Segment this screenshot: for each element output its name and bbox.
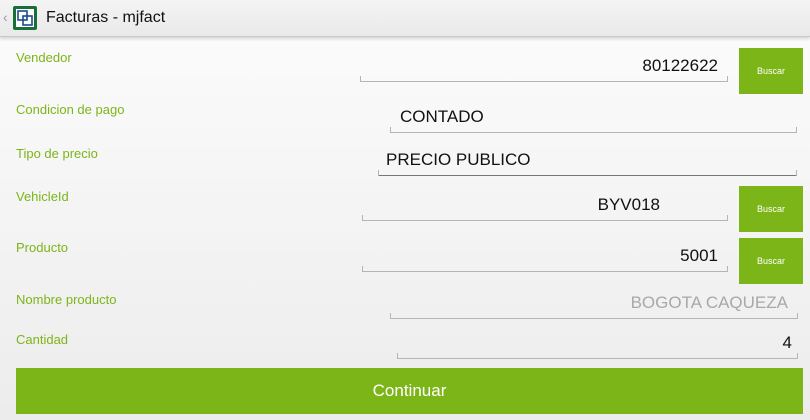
continue-button[interactable]: Continuar <box>16 368 803 414</box>
tipo-precio-select[interactable]: PRECIO PUBLICO <box>378 150 797 176</box>
vehicle-id-label: VehicleId <box>16 189 69 204</box>
invoice-form: Vendedor 80122622 Buscar Condicion de pa… <box>0 36 810 420</box>
cantidad-label: Cantidad <box>16 332 69 347</box>
vendedor-input[interactable]: 80122622 <box>360 56 728 82</box>
app-bar: ‹ Facturas - mjfact <box>0 0 810 37</box>
back-caret-icon[interactable]: ‹ <box>3 9 8 25</box>
producto-input[interactable]: 5001 <box>362 246 728 272</box>
vendedor-value: 80122622 <box>642 56 718 75</box>
app-logo-icon[interactable] <box>12 5 38 31</box>
producto-value: 5001 <box>680 246 718 265</box>
condicion-pago-value: CONTADO <box>400 107 484 126</box>
cantidad-value: 4 <box>782 333 792 352</box>
condicion-pago-select[interactable]: CONTADO <box>390 107 797 133</box>
nombre-producto-input[interactable]: BOGOTA CAQUEZA <box>390 293 798 319</box>
vendedor-label: Vendedor <box>16 50 72 65</box>
vehicle-id-input[interactable]: BYV018 <box>362 195 728 221</box>
nombre-producto-label: Nombre producto <box>16 292 117 307</box>
tipo-precio-label: Tipo de precio <box>16 146 98 161</box>
vehicle-id-value: BYV018 <box>597 195 660 214</box>
cantidad-input[interactable]: 4 <box>397 333 798 359</box>
tipo-precio-value: PRECIO PUBLICO <box>386 150 531 169</box>
vehicle-search-button[interactable]: Buscar <box>739 186 803 232</box>
producto-label: Producto <box>16 240 69 255</box>
vendedor-search-button[interactable]: Buscar <box>739 48 803 94</box>
nombre-producto-hint: BOGOTA CAQUEZA <box>630 293 788 312</box>
condicion-pago-label: Condicion de pago <box>16 102 125 117</box>
producto-search-button[interactable]: Buscar <box>739 238 803 284</box>
app-title: Facturas - mjfact <box>46 9 166 26</box>
